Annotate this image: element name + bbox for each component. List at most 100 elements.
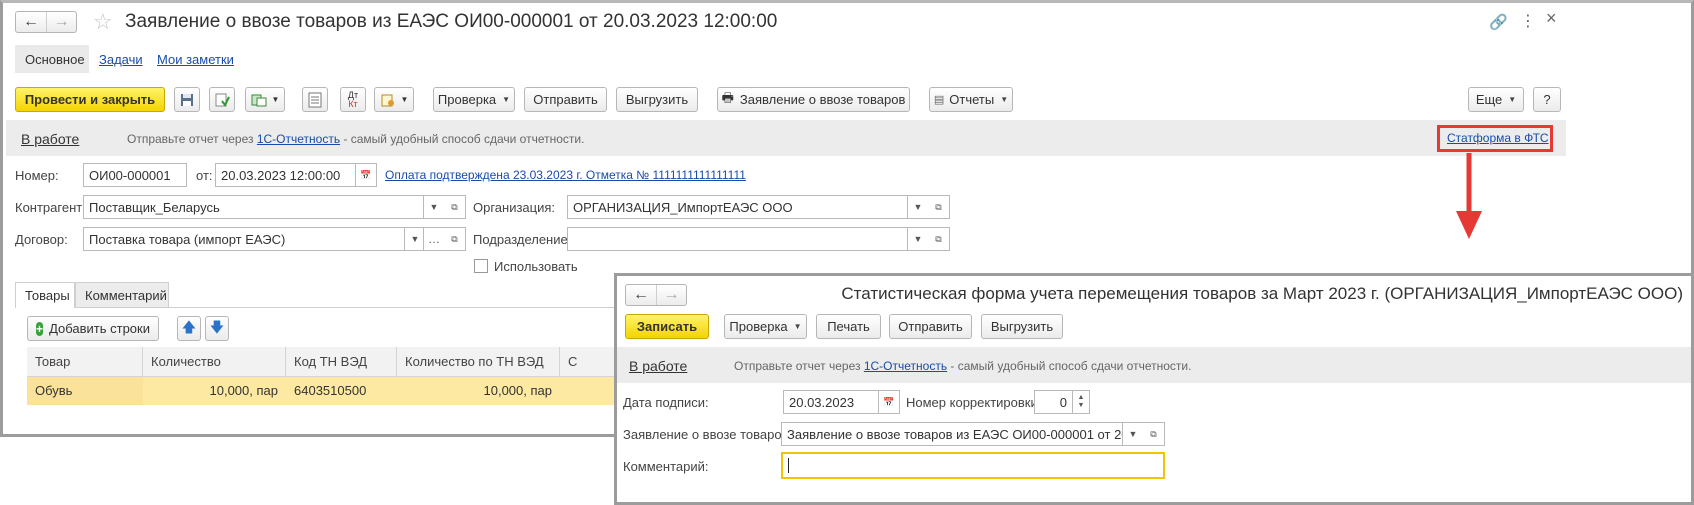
link-icon[interactable]: 🔗 [1489, 13, 1508, 31]
status-message: Отправьте отчет через 1С-Отчетность - са… [127, 132, 584, 146]
organization-label: Организация: [473, 200, 556, 215]
cell-code[interactable]: 6403510500 [286, 377, 397, 405]
sign-date-label: Дата подписи: [623, 395, 709, 410]
more-label: Еще [1475, 92, 1503, 107]
print-statement-label: Заявление о ввозе товаров [739, 92, 906, 107]
stat-export-button[interactable]: Выгрузить [981, 314, 1063, 339]
comment-label: Комментарий: [623, 459, 709, 474]
post-document-icon[interactable] [209, 87, 235, 112]
check-button[interactable]: Проверка ▼ [433, 87, 515, 112]
cell-qty[interactable]: 10,000, пар [143, 377, 286, 405]
stat-send-button[interactable]: Отправить [889, 314, 972, 339]
number-label: Номер: [15, 168, 59, 183]
forward-arrow-icon[interactable]: → [46, 12, 76, 32]
send-button[interactable]: Отправить [524, 87, 607, 112]
tab-main[interactable]: Основное [25, 52, 85, 67]
number-field[interactable]: ОИ00-000001 [83, 163, 187, 187]
status-state[interactable]: В работе [21, 131, 79, 147]
more-vert-icon[interactable]: ⋮ [1520, 11, 1536, 31]
statement-open-icon[interactable]: ⧉ [1143, 422, 1165, 446]
post-and-close-button[interactable]: Провести и закрыть [15, 87, 165, 112]
tab-goods[interactable]: Товары [25, 288, 70, 303]
create-based-on-icon[interactable]: ▼ [245, 87, 285, 112]
contract-label: Договор: [15, 232, 68, 247]
statform-window: ← → Статистическая форма учета перемещен… [614, 273, 1694, 505]
reports-icon: ▤ [933, 94, 945, 106]
stat-page-title: Статистическая форма учета перемещения т… [841, 284, 1683, 303]
dt-kt-icon[interactable]: Дт Кт [340, 87, 366, 112]
help-button[interactable]: ? [1533, 87, 1561, 112]
organization-dropdown-icon[interactable]: ▼ [907, 195, 929, 219]
stat-status-message-prefix: Отправьте отчет через [734, 359, 864, 373]
stat-check-button[interactable]: Проверка ▼ [724, 314, 807, 339]
page-title: Заявление о ввозе товаров из ЕАЭС ОИ00-0… [125, 11, 778, 32]
stat-forward-arrow-icon[interactable]: → [656, 285, 686, 305]
col-code[interactable]: Код ТН ВЭД [286, 347, 397, 377]
stat-status-message: Отправьте отчет через 1С-Отчетность - са… [734, 359, 1191, 373]
organization-field[interactable]: ОРГАНИЗАЦИЯ_ИмпортЕАЭС ООО [567, 195, 908, 219]
correction-stepper-icon[interactable]: ▲ ▼ [1072, 390, 1090, 414]
col-item[interactable]: Товар [27, 347, 143, 377]
red-arrow-icon [1456, 153, 1482, 239]
stat-save-button[interactable]: Записать [625, 314, 709, 339]
more-button[interactable]: Еще ▼ [1468, 87, 1524, 112]
contract-select-icon[interactable]: … [423, 227, 445, 251]
statement-field[interactable]: Заявление о ввозе товаров из ЕАЭС ОИ00-0… [781, 422, 1123, 446]
cell-item[interactable]: Обувь [27, 377, 143, 405]
back-arrow-icon[interactable]: ← [16, 12, 46, 32]
add-rows-label: Добавить строки [49, 321, 150, 336]
stat-back-arrow-icon[interactable]: ← [626, 285, 656, 305]
export-button[interactable]: Выгрузить [616, 87, 698, 112]
stat-check-label: Проверка [729, 319, 788, 334]
statement-dropdown-icon[interactable]: ▼ [1122, 422, 1144, 446]
tab-tasks[interactable]: Задачи [99, 52, 143, 67]
division-open-icon[interactable]: ⧉ [928, 227, 950, 251]
tab-comment[interactable]: Комментарий [85, 288, 167, 303]
comment-input[interactable] [781, 452, 1165, 479]
contract-open-icon[interactable]: ⧉ [444, 227, 466, 251]
close-icon[interactable]: × [1546, 8, 1557, 29]
date-field[interactable]: 20.03.2023 12:00:00 [215, 163, 356, 187]
counterparty-label: Контрагент: [15, 200, 86, 215]
add-rows-button[interactable]: + Добавить строки [27, 316, 159, 341]
sign-date-calendar-icon[interactable]: 📅 [878, 390, 900, 414]
printer-icon: 🖶 [721, 89, 734, 105]
save-icon[interactable] [174, 87, 200, 112]
organization-open-icon[interactable]: ⧉ [928, 195, 950, 219]
division-dropdown-icon[interactable]: ▼ [907, 227, 929, 251]
reporting-link[interactable]: 1С-Отчетность [257, 132, 340, 146]
division-field[interactable] [567, 227, 908, 251]
use-checkbox[interactable] [474, 259, 488, 273]
counterparty-field[interactable]: Поставщик_Беларусь [83, 195, 424, 219]
calendar-icon[interactable]: 📅 [355, 163, 377, 187]
check-label: Проверка [437, 92, 497, 107]
reports-label: Отчеты [949, 92, 995, 107]
statform-fts-link[interactable]: Статформа в ФТС [1447, 131, 1549, 145]
statement-label: Заявление о ввозе товаров: [623, 427, 793, 442]
stat-reporting-link[interactable]: 1С-Отчетность [864, 359, 947, 373]
print-statement-button[interactable]: 🖶 Заявление о ввозе товаров [717, 87, 910, 112]
stat-status-state[interactable]: В работе [629, 358, 687, 374]
col-qty[interactable]: Количество [143, 347, 286, 377]
journal-icon[interactable] [302, 87, 328, 112]
col-qty-tn[interactable]: Количество по ТН ВЭД [397, 347, 560, 377]
correction-label: Номер корректировки: [906, 395, 1042, 410]
counterparty-open-icon[interactable]: ⧉ [444, 195, 466, 219]
move-up-icon[interactable]: 🡅 [177, 316, 201, 341]
stat-print-button[interactable]: Печать [816, 314, 881, 339]
sign-date-field[interactable]: 20.03.2023 [783, 390, 879, 414]
favorite-star-icon[interactable]: ☆ [93, 9, 113, 35]
add-plus-icon: + [36, 321, 44, 336]
reports-button[interactable]: ▤ Отчеты ▼ [929, 87, 1013, 112]
correction-field[interactable]: 0 [1034, 390, 1073, 414]
attachments-icon[interactable]: ▼ [374, 87, 414, 112]
payment-confirmed-link[interactable]: Оплата подтверждена 23.03.2023 г. Отметк… [385, 168, 746, 182]
text-cursor [788, 458, 789, 473]
cell-qty-tn[interactable]: 10,000, пар [397, 377, 560, 405]
stat-status-message-suffix: - самый удобный способ сдачи отчетности. [947, 359, 1192, 373]
status-message-suffix: - самый удобный способ сдачи отчетности. [340, 132, 585, 146]
tab-notes[interactable]: Мои заметки [157, 52, 234, 67]
move-down-icon[interactable]: 🡇 [205, 316, 229, 341]
contract-field[interactable]: Поставка товара (импорт ЕАЭС) [83, 227, 405, 251]
counterparty-dropdown-icon[interactable]: ▼ [423, 195, 445, 219]
